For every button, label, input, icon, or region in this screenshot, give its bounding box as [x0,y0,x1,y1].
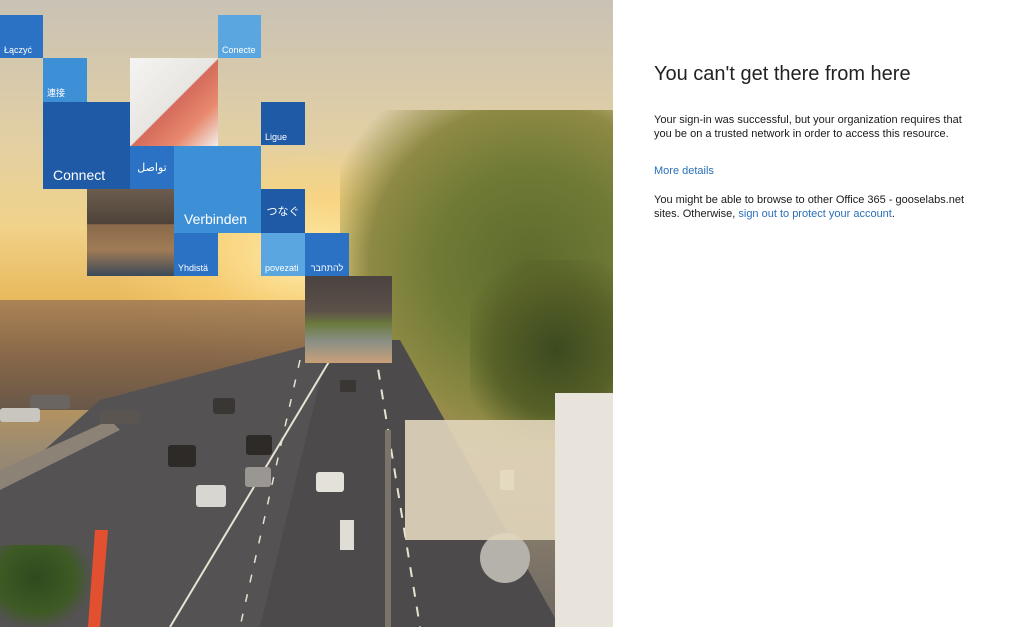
tile-label: להתחבר [310,263,344,273]
tile-label: Ligue [265,132,288,142]
tile-label: Yhdistä [178,263,209,273]
tile-lacz: Łączyć [0,15,43,58]
browse-suffix: . [891,208,895,220]
tile-label: Conecte [222,45,256,55]
person-relaxing-photo [130,58,218,146]
tile-tsunagu: つなぐ [261,189,305,233]
tile-arabic: تواصل [130,146,174,189]
palm-tree [0,545,90,627]
building-wall [555,393,613,627]
background-illustration: Łączyć Conecte 連接 Ligue Connect تواصل Ve… [0,0,613,627]
tile-conecte: Conecte [218,15,261,58]
more-details-link[interactable]: More details [654,164,974,178]
tile-label: 連接 [47,88,66,98]
tile-connect: Connect [43,102,130,189]
tile-label: تواصل [137,162,167,174]
browse-message: You might be able to browse to other Off… [654,193,974,221]
tile-label: Łączyć [4,45,33,55]
tile-yhdista: Yhdistä [174,233,218,276]
person-on-phone-photo [87,189,174,276]
overpass-wall [405,420,555,540]
tile-label: Verbinden [184,211,248,227]
people-at-computer-photo [305,276,392,363]
tile-ligue: Ligue [261,102,305,145]
tile-verbinden: Verbinden [174,146,261,233]
page-title: You can't get there from here [654,63,911,85]
tile-povezati: povezati [261,233,305,276]
tile-label: povezati [265,263,299,273]
tile-lianjie: 連接 [43,58,87,102]
tile-label: Connect [53,167,106,183]
tile-hebrew: להתחבר [305,233,349,276]
error-message: Your sign-in was successful, but your or… [654,114,962,140]
sign-out-link[interactable]: sign out to protect your account [738,208,891,220]
tile-label: つなぐ [266,206,300,218]
error-panel: You can't get there from here Your sign-… [654,60,974,221]
